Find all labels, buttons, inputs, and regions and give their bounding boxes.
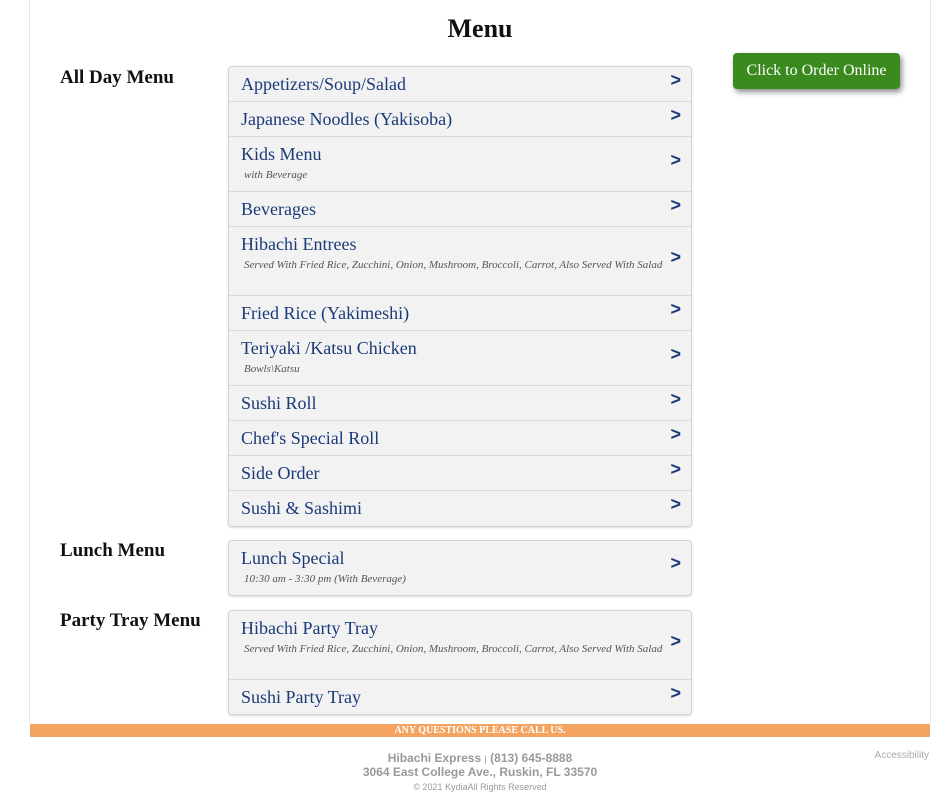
section-label-all-day: All Day Menu xyxy=(60,67,174,88)
menu-item-sushi-party-tray[interactable]: Sushi Party Tray > xyxy=(229,680,691,714)
menu-item-title: Japanese Noodles (Yakisoba) xyxy=(241,109,453,129)
business-address: 3064 East College Ave., Ruskin, FL 33570 xyxy=(362,765,598,779)
chevron-right-icon: > xyxy=(670,247,681,267)
party-tray-menu-list: Hibachi Party Tray Served With Fried Ric… xyxy=(228,610,692,715)
chevron-right-icon: > xyxy=(670,424,681,444)
chevron-right-icon: > xyxy=(670,553,681,573)
chevron-right-icon: > xyxy=(670,683,681,703)
page-title: Menu xyxy=(447,14,513,43)
chevron-right-icon: > xyxy=(670,494,681,514)
menu-item-title: Side Order xyxy=(241,463,320,483)
menu-item-title: Kids Menu xyxy=(241,144,322,164)
menu-item-title: Sushi Roll xyxy=(241,393,317,413)
chevron-right-icon: > xyxy=(670,299,681,319)
chevron-right-icon: > xyxy=(670,105,681,125)
order-online-button[interactable]: Click to Order Online xyxy=(733,53,900,89)
business-name: Hibachi Express xyxy=(387,751,482,765)
menu-item-title: Chef's Special Roll xyxy=(241,428,380,448)
menu-item-title: Appetizers/Soup/Salad xyxy=(241,74,406,94)
menu-item-teriyaki[interactable]: Teriyaki /Katsu Chicken Bowls\Katsu > xyxy=(229,331,691,386)
all-day-menu-list: Appetizers/Soup/Salad > Japanese Noodles… xyxy=(228,66,692,527)
call-us-banner: ANY QUESTIONS PLEASE CALL US. xyxy=(30,724,930,737)
menu-item-title: Sushi & Sashimi xyxy=(241,498,363,518)
chevron-right-icon: > xyxy=(670,631,681,651)
menu-item-appetizers[interactable]: Appetizers/Soup/Salad > xyxy=(229,67,691,102)
chevron-right-icon: > xyxy=(670,389,681,409)
menu-item-title: Hibachi Entrees xyxy=(241,234,357,254)
accessibility-link[interactable]: Accessibility xyxy=(875,750,929,761)
rights-text: All Rights Reserved xyxy=(467,782,547,792)
menu-item-fried-rice[interactable]: Fried Rice (Yakimeshi) > xyxy=(229,296,691,331)
menu-item-sushi-roll[interactable]: Sushi Roll > xyxy=(229,386,691,421)
section-label-lunch: Lunch Menu xyxy=(60,540,166,561)
menu-item-description: Bowls\Katsu xyxy=(244,363,300,375)
menu-item-chefs-special[interactable]: Chef's Special Roll > xyxy=(229,421,691,456)
menu-item-beverages[interactable]: Beverages > xyxy=(229,192,691,227)
menu-item-sushi-sashimi[interactable]: Sushi & Sashimi > xyxy=(229,491,691,526)
menu-item-noodles[interactable]: Japanese Noodles (Yakisoba) > xyxy=(229,102,691,137)
menu-item-hibachi-party-tray[interactable]: Hibachi Party Tray Served With Fried Ric… xyxy=(229,611,691,680)
lunch-menu-list: Lunch Special 10:30 am - 3:30 pm (With B… xyxy=(228,540,692,596)
chevron-right-icon: > xyxy=(670,150,681,170)
business-phone[interactable]: (813) 645-8888 xyxy=(490,751,572,765)
menu-item-title: Hibachi Party Tray xyxy=(241,618,378,638)
menu-item-title: Sushi Party Tray xyxy=(241,687,362,707)
chevron-right-icon: > xyxy=(670,70,681,90)
menu-item-hibachi-entrees[interactable]: Hibachi Entrees Served With Fried Rice, … xyxy=(229,227,691,296)
menu-item-kids[interactable]: Kids Menu with Beverage > xyxy=(229,137,691,192)
menu-item-title: Teriyaki /Katsu Chicken xyxy=(241,338,417,358)
menu-item-description: Served With Fried Rice, Zucchini, Onion,… xyxy=(244,259,663,271)
footer-separator: | xyxy=(484,754,487,764)
menu-item-title: Beverages xyxy=(241,199,316,219)
copyright-text: © 2021 xyxy=(413,782,443,792)
footer-copyright-line: © 2021 KydiaAll Rights Reserved xyxy=(0,782,945,792)
menu-item-title: Lunch Special xyxy=(241,548,345,568)
menu-item-title: Fried Rice (Yakimeshi) xyxy=(241,303,410,323)
chevron-right-icon: > xyxy=(670,344,681,364)
section-label-party-tray: Party Tray Menu xyxy=(60,610,201,631)
chevron-right-icon: > xyxy=(670,459,681,479)
menu-item-description: with Beverage xyxy=(244,169,308,181)
provider-link[interactable]: Kydia xyxy=(445,782,468,792)
footer-business-line: Hibachi Express | (813) 645-8888 xyxy=(0,751,945,765)
menu-item-side-order[interactable]: Side Order > xyxy=(229,456,691,491)
menu-item-lunch-special[interactable]: Lunch Special 10:30 am - 3:30 pm (With B… xyxy=(229,541,691,595)
menu-item-description: Served With Fried Rice, Zucchini, Onion,… xyxy=(244,643,663,655)
chevron-right-icon: > xyxy=(670,195,681,215)
menu-item-description: 10:30 am - 3:30 pm (With Beverage) xyxy=(244,573,406,585)
